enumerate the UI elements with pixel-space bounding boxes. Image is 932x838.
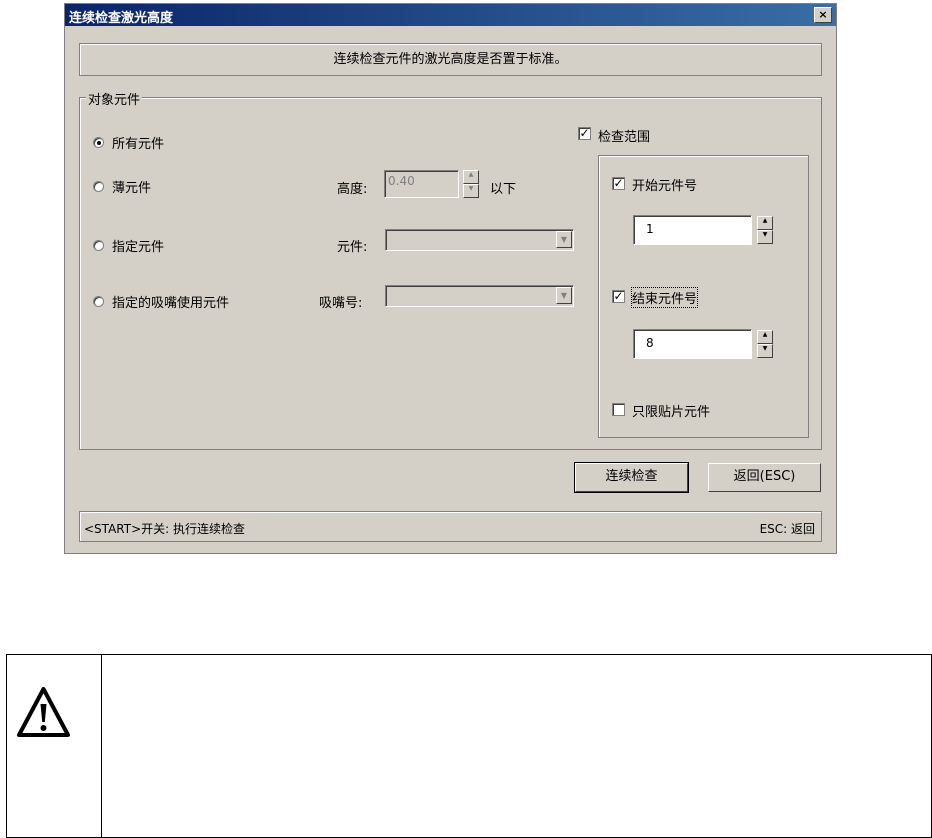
continuous-check-button[interactable]: 连续检查 bbox=[574, 462, 689, 493]
message-box: 连续检查元件的激光高度是否置于标准。 bbox=[79, 43, 822, 76]
height-suffix: 以下 bbox=[490, 182, 517, 197]
group-legend: 对象元件 bbox=[86, 89, 143, 108]
range-group bbox=[598, 155, 809, 438]
spin-down-icon[interactable]: ▼ bbox=[757, 344, 773, 358]
title-bar: 连续检查激光高度 × bbox=[65, 4, 836, 26]
check-range-label: 检查范围 bbox=[598, 130, 651, 145]
radio-label: 薄元件 bbox=[112, 181, 152, 196]
radio-thin-components[interactable]: 薄元件 bbox=[93, 177, 151, 196]
radio-indicator bbox=[93, 137, 104, 148]
end-number-input[interactable]: 8 bbox=[633, 329, 752, 359]
start-number-checkbox[interactable]: ✓ bbox=[612, 177, 625, 190]
radio-label: 指定的吸嘴使用元件 bbox=[112, 296, 230, 311]
smd-only-checkbox[interactable] bbox=[612, 403, 625, 416]
dialog-window: 连续检查激光高度 × 连续检查元件的激光高度是否置于标准。 对象元件 所有元件 … bbox=[64, 3, 837, 554]
dialog-title: 连续检查激光高度 bbox=[69, 11, 174, 26]
radio-indicator bbox=[93, 181, 104, 192]
check-range-checkbox[interactable]: ✓ bbox=[578, 127, 591, 140]
spin-up-icon[interactable]: ▲ bbox=[463, 170, 479, 184]
start-number-spinner[interactable]: ▲ ▼ bbox=[757, 216, 773, 244]
status-right-text: ESC: 返回 bbox=[759, 522, 815, 536]
start-number-label: 开始元件号 bbox=[632, 179, 698, 194]
chevron-down-icon[interactable]: ▼ bbox=[556, 287, 572, 304]
spin-down-icon[interactable]: ▼ bbox=[463, 184, 479, 198]
height-input[interactable]: 0.40 bbox=[384, 170, 459, 198]
radio-nozzle-components[interactable]: 指定的吸嘴使用元件 bbox=[93, 292, 229, 311]
radio-indicator bbox=[93, 296, 104, 307]
status-left-text: <START>开关: 执行连续检查 bbox=[84, 522, 245, 536]
end-number-checkbox[interactable]: ✓ bbox=[612, 290, 625, 303]
warning-note-box bbox=[6, 654, 932, 838]
end-number-spinner[interactable]: ▲ ▼ bbox=[757, 330, 773, 358]
spin-up-icon[interactable]: ▲ bbox=[757, 330, 773, 344]
radio-specified-components[interactable]: 指定元件 bbox=[93, 236, 164, 255]
radio-label: 所有元件 bbox=[112, 137, 165, 152]
nozzle-label: 吸嘴号: bbox=[319, 296, 363, 311]
start-number-input[interactable]: 1 bbox=[633, 215, 752, 245]
close-button[interactable]: × bbox=[814, 7, 832, 23]
radio-label: 指定元件 bbox=[112, 240, 165, 255]
chevron-down-icon[interactable]: ▼ bbox=[556, 231, 572, 248]
radio-all-components[interactable]: 所有元件 bbox=[93, 133, 164, 152]
smd-only-label: 只限贴片元件 bbox=[632, 405, 711, 420]
height-label: 高度: bbox=[337, 182, 368, 197]
height-spinner[interactable]: ▲ ▼ bbox=[463, 170, 479, 198]
spin-down-icon[interactable]: ▼ bbox=[757, 230, 773, 244]
nozzle-select[interactable]: ▼ bbox=[385, 285, 574, 307]
radio-indicator bbox=[93, 240, 104, 251]
spin-up-icon[interactable]: ▲ bbox=[757, 216, 773, 230]
warning-icon bbox=[17, 687, 70, 737]
end-number-label: 结束元件号 bbox=[630, 287, 699, 308]
note-divider bbox=[101, 655, 102, 837]
component-label: 元件: bbox=[337, 240, 368, 255]
component-select[interactable]: ▼ bbox=[385, 229, 574, 251]
back-button[interactable]: 返回(ESC) bbox=[708, 463, 821, 492]
status-bar: <START>开关: 执行连续检查 ESC: 返回 bbox=[79, 511, 822, 542]
